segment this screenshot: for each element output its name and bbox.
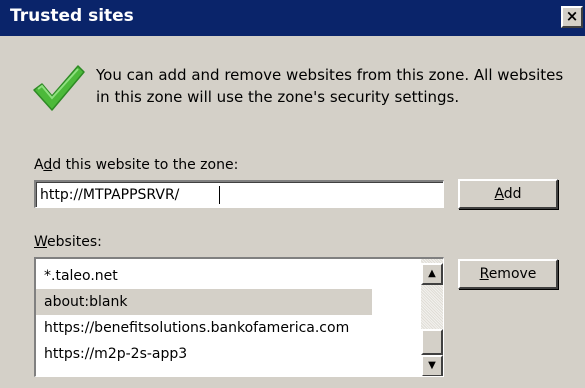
- scroll-down-button[interactable]: ▼: [421, 355, 443, 376]
- window-title: Trusted sites: [10, 6, 134, 26]
- close-icon: ×: [565, 7, 579, 25]
- website-url-input-box[interactable]: [34, 180, 444, 208]
- arrow-up-icon: ▲: [428, 268, 436, 279]
- scroll-up-button[interactable]: ▲: [421, 263, 443, 285]
- websites-label: Websites:: [34, 234, 102, 250]
- remove-button[interactable]: Remove: [458, 259, 558, 289]
- text-caret: [219, 186, 220, 204]
- scroll-thumb[interactable]: [421, 329, 443, 355]
- list-item[interactable]: https://m2p-2s-app3: [36, 341, 412, 367]
- list-item[interactable]: https://benefitsolutions.bankofamerica.c…: [36, 315, 412, 341]
- list-item[interactable]: *.taleo.net: [36, 263, 412, 289]
- vertical-scrollbar[interactable]: ▲ ▼: [421, 259, 443, 376]
- websites-list[interactable]: *.taleo.net about:blank https://benefits…: [34, 257, 444, 377]
- add-website-label: Add this website to the zone:: [34, 157, 239, 173]
- intro-text: You can add and remove websites from thi…: [96, 66, 564, 106]
- trusted-sites-dialog: Trusted sites × You can add and remove w…: [0, 0, 585, 388]
- website-url-input[interactable]: [40, 185, 436, 205]
- title-bar[interactable]: Trusted sites ×: [0, 0, 585, 36]
- add-button[interactable]: Add: [458, 179, 558, 209]
- green-checkmark-icon: [33, 65, 85, 111]
- arrow-down-icon: ▼: [428, 360, 436, 371]
- list-item-selected[interactable]: about:blank: [36, 289, 372, 315]
- close-button[interactable]: ×: [561, 6, 583, 28]
